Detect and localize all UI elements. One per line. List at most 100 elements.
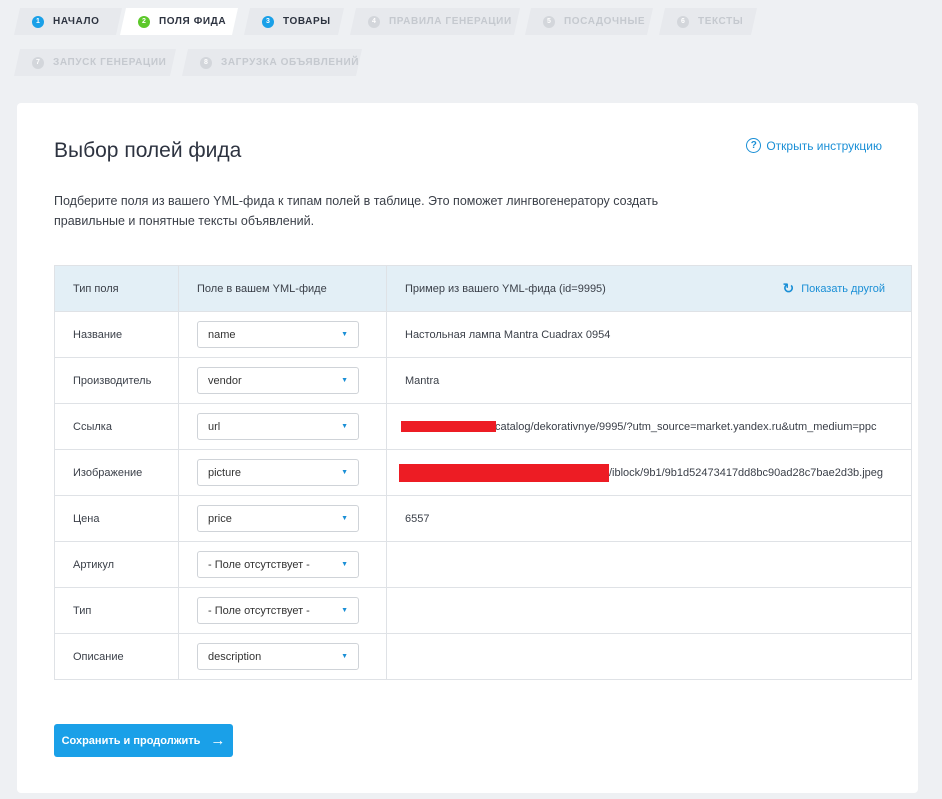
save-continue-label: Сохранить и продолжить xyxy=(61,734,201,747)
row-field-cell: description ▼ xyxy=(179,634,387,679)
select-value: vendor xyxy=(208,374,242,387)
row-example: catalog/dekorativnye/9995/?utm_source=ma… xyxy=(495,420,877,433)
select-value: - Поле отсутствует - xyxy=(208,604,310,617)
main-card: Выбор полей фида ? Открыть инструкцию По… xyxy=(17,103,918,793)
row-type: Цена xyxy=(55,496,179,541)
row-example xyxy=(387,634,911,679)
step-feed-fields[interactable]: 2 ПОЛЯ ФИДА xyxy=(120,8,238,35)
step-landing-pages[interactable]: 5 ПОСАДОЧНЫЕ xyxy=(525,8,653,35)
field-select-name[interactable]: name ▼ xyxy=(197,321,359,348)
row-example: Mantra xyxy=(405,374,440,387)
dropdown-arrow-icon: ▼ xyxy=(341,515,348,522)
table-row: Изображение picture ▼ /iblock/9b1/9b1d52… xyxy=(55,449,911,495)
step-number: 4 xyxy=(368,16,380,28)
field-select-article[interactable]: - Поле отсутствует - ▼ xyxy=(197,551,359,578)
step-upload-ads[interactable]: 8 ЗАГРУЗКА ОБЪЯВЛЕНИЙ xyxy=(182,49,362,76)
field-select-type[interactable]: - Поле отсутствует - ▼ xyxy=(197,597,359,624)
row-type: Название xyxy=(55,312,179,357)
step-number: 8 xyxy=(200,57,212,69)
field-select-price[interactable]: price ▼ xyxy=(197,505,359,532)
select-value: url xyxy=(208,420,221,433)
select-value: description xyxy=(208,650,262,663)
step-number: 2 xyxy=(138,16,150,28)
step-label: ПОЛЯ ФИДА xyxy=(159,16,227,27)
row-field-cell: - Поле отсутствует - ▼ xyxy=(179,588,387,633)
step-products[interactable]: 3 ТОВАРЫ xyxy=(244,8,344,35)
dropdown-arrow-icon: ▼ xyxy=(341,423,348,430)
dropdown-arrow-icon: ▼ xyxy=(341,653,348,660)
row-example: Настольная лампа Mantra Cuadrax 0954 xyxy=(405,328,611,341)
step-label: ТЕКСТЫ xyxy=(698,16,744,27)
help-link-label: Открыть инструкцию xyxy=(766,138,882,153)
step-start[interactable]: 1 НАЧАЛО xyxy=(14,8,122,35)
row-type: Ссылка xyxy=(55,404,179,449)
row-example xyxy=(387,542,911,587)
row-field-cell: price ▼ xyxy=(179,496,387,541)
select-value: name xyxy=(208,328,236,341)
redaction-bar xyxy=(399,464,609,482)
dropdown-arrow-icon: ▼ xyxy=(341,561,348,568)
table-row: Артикул - Поле отсутствует - ▼ xyxy=(55,541,911,587)
page-title: Выбор полей фида xyxy=(54,139,242,162)
arrow-right-icon: → xyxy=(210,732,226,749)
help-link[interactable]: ? Открыть инструкцию xyxy=(746,138,882,153)
table-row: Ссылка url ▼ catalog/dekorativnye/9995/?… xyxy=(55,403,911,449)
step-label: ЗАПУСК ГЕНЕРАЦИИ xyxy=(53,57,167,68)
step-number: 3 xyxy=(262,16,274,28)
row-example xyxy=(387,588,911,633)
header-example: Пример из вашего YML-фида (id=9995) ↻ По… xyxy=(387,266,911,311)
row-example: 6557 xyxy=(405,512,430,525)
step-label: ЗАГРУЗКА ОБЪЯВЛЕНИЙ xyxy=(221,57,360,68)
row-field-cell: - Поле отсутствует - ▼ xyxy=(179,542,387,587)
row-type: Артикул xyxy=(55,542,179,587)
step-number: 6 xyxy=(677,16,689,28)
header-field-type: Тип поля xyxy=(55,266,179,311)
row-type: Изображение xyxy=(55,450,179,495)
table-row: Тип - Поле отсутствует - ▼ xyxy=(55,587,911,633)
row-example-cell: catalog/dekorativnye/9995/?utm_source=ma… xyxy=(387,404,911,449)
header-yml-field: Поле в вашем YML-фиде xyxy=(179,266,387,311)
step-texts[interactable]: 6 ТЕКСТЫ xyxy=(659,8,757,35)
step-generation-rules[interactable]: 4 ПРАВИЛА ГЕНЕРАЦИИ xyxy=(350,8,520,35)
step-number: 7 xyxy=(32,57,44,69)
row-field-cell: vendor ▼ xyxy=(179,358,387,403)
row-example: /iblock/9b1/9b1d52473417dd8bc90ad28c7bae… xyxy=(609,466,884,479)
row-type: Описание xyxy=(55,634,179,679)
table-header: Тип поля Поле в вашем YML-фиде Пример из… xyxy=(55,266,911,311)
step-number: 1 xyxy=(32,16,44,28)
step-number: 5 xyxy=(543,16,555,28)
step-label: ПОСАДОЧНЫЕ xyxy=(564,16,646,27)
dropdown-arrow-icon: ▼ xyxy=(341,331,348,338)
row-field-cell: name ▼ xyxy=(179,312,387,357)
dropdown-arrow-icon: ▼ xyxy=(341,469,348,476)
feed-fields-table: Тип поля Поле в вашем YML-фиде Пример из… xyxy=(54,265,912,680)
table-row: Описание description ▼ xyxy=(55,633,911,679)
step-run-generation[interactable]: 7 ЗАПУСК ГЕНЕРАЦИИ xyxy=(14,49,176,76)
intro-text: Подберите поля из вашего YML-фида к типа… xyxy=(54,194,659,228)
row-example-cell: /iblock/9b1/9b1d52473417dd8bc90ad28c7bae… xyxy=(387,450,911,495)
save-continue-button[interactable]: Сохранить и продолжить → xyxy=(54,724,233,757)
step-label: ПРАВИЛА ГЕНЕРАЦИИ xyxy=(389,16,512,27)
question-icon: ? xyxy=(746,138,762,153)
field-select-vendor[interactable]: vendor ▼ xyxy=(197,367,359,394)
show-another-button[interactable]: ↻ Показать другой xyxy=(783,280,886,297)
redaction-bar xyxy=(401,421,496,432)
row-field-cell: picture ▼ xyxy=(179,450,387,495)
table-row: Название name ▼ Настольная лампа Mantra … xyxy=(55,311,911,357)
row-type: Тип xyxy=(55,588,179,633)
header-example-label: Пример из вашего YML-фида (id=9995) xyxy=(405,282,606,295)
show-another-label: Показать другой xyxy=(801,282,885,295)
table-row: Производитель vendor ▼ Mantra xyxy=(55,357,911,403)
row-type: Производитель xyxy=(55,358,179,403)
field-select-picture[interactable]: picture ▼ xyxy=(197,459,359,486)
field-select-description[interactable]: description ▼ xyxy=(197,643,359,670)
select-value: price xyxy=(208,512,232,525)
field-select-url[interactable]: url ▼ xyxy=(197,413,359,440)
step-label: НАЧАЛО xyxy=(53,16,100,27)
row-field-cell: url ▼ xyxy=(179,404,387,449)
dropdown-arrow-icon: ▼ xyxy=(341,377,348,384)
select-value: - Поле отсутствует - xyxy=(208,558,310,571)
table-row: Цена price ▼ 6557 xyxy=(55,495,911,541)
dropdown-arrow-icon: ▼ xyxy=(341,607,348,614)
select-value: picture xyxy=(208,466,242,479)
